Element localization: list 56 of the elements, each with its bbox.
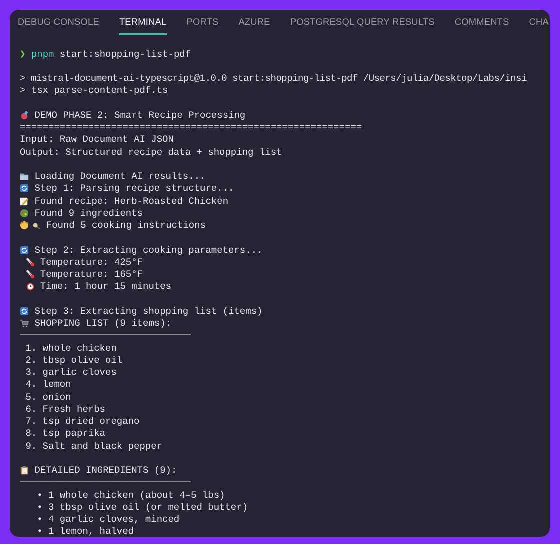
alarm-clock-icon — [26, 282, 35, 292]
list-item: 2. tbsp olive oil — [26, 354, 123, 366]
ingredient-item: • 1 whole chicken (about 4–5 lbs) — [37, 490, 226, 501]
memo-icon — [20, 196, 29, 206]
list-item: 9. Salt and black pepper — [26, 440, 163, 452]
list-item: 7. tsp dried oregano — [26, 416, 140, 428]
panel-tab[interactable]: POSTGRESQL QUERY RESULTS — [290, 12, 435, 35]
output-line: Found 9 ingredients — [34, 208, 144, 219]
ingredient-item: • 3 tbsp olive oil (or melted butter) — [37, 502, 248, 513]
folder-icon — [20, 172, 29, 182]
output-line: Found 5 cooking instructions — [46, 220, 206, 232]
prompt-symbol: ❯ — [20, 48, 26, 60]
list-item: 8. tsp paprika — [26, 428, 106, 440]
refresh-icon — [20, 184, 29, 194]
thermometer-icon — [26, 270, 35, 280]
output-line: Step 3: Extracting shopping list (items) — [34, 306, 263, 317]
clipboard-icon — [20, 466, 29, 476]
panel-tab[interactable]: PORTS — [186, 12, 219, 35]
output-line: Temperature: 425°F — [40, 256, 143, 268]
output-line: Time: 1 hour 15 minutes — [40, 281, 172, 292]
list-item: 5. onion — [26, 392, 72, 403]
flask-icon — [20, 110, 29, 120]
panel-tab[interactable]: AZURE — [238, 12, 270, 35]
output-line: Input: Raw Document AI JSON — [20, 134, 174, 146]
separator-line: ────────────────────────────── — [20, 477, 192, 488]
list-item: 6. Fresh herbs — [26, 404, 106, 415]
output-line: Found recipe: Herb-Roasted Chicken — [34, 196, 229, 207]
refresh-icon — [20, 306, 29, 316]
command-name: pnpm — [31, 48, 54, 60]
salad-icon — [20, 208, 29, 218]
panel-tab[interactable]: COMMENTS — [454, 12, 510, 35]
ingredient-item: • 4 garlic cloves, minced — [37, 514, 180, 526]
separator-line: ============================================================ — [20, 122, 362, 134]
list-item: 1. whole chicken — [26, 342, 117, 354]
output-line: Step 1: Parsing recipe structure... — [34, 183, 234, 194]
panel-tab[interactable]: CHA — [529, 12, 549, 35]
separator-line: ────────────────────────────── — [20, 330, 192, 342]
output-line: DEMO PHASE 2: Smart Recipe Processing — [34, 110, 246, 121]
thermometer-icon — [26, 258, 35, 267]
output-line: > tsx parse-content-pdf.ts — [20, 85, 168, 96]
panel-tab[interactable]: DEBUG CONSOLE — [18, 12, 100, 35]
output-line: > mistral-document-ai-typescript@1.0.0 start:shopping-list-pdf /Users/julia/Desktop/Labs/insi — [20, 73, 527, 84]
output-line: Output: Structured recipe data + shopping list — [20, 146, 282, 158]
list-item: 4. lemon — [26, 379, 72, 390]
output-line: Loading Document AI results... — [34, 171, 206, 182]
panel-tab[interactable]: TERMINAL — [119, 12, 167, 35]
output-line: Temperature: 165°F — [40, 269, 143, 280]
pan-icon — [32, 221, 41, 230]
refresh-icon — [20, 246, 29, 255]
output-line: Step 2: Extracting cooking parameters... — [34, 244, 263, 256]
cart-icon — [20, 319, 29, 328]
ingredient-item: • 1 lemon, halved — [37, 526, 134, 537]
command-args: start:shopping-list-pdf — [60, 48, 192, 60]
output-line: SHOPPING LIST (9 items): — [34, 318, 172, 330]
output-line: DETAILED INGREDIENTS (9): — [34, 465, 178, 476]
list-item: 3. garlic cloves — [26, 367, 117, 378]
